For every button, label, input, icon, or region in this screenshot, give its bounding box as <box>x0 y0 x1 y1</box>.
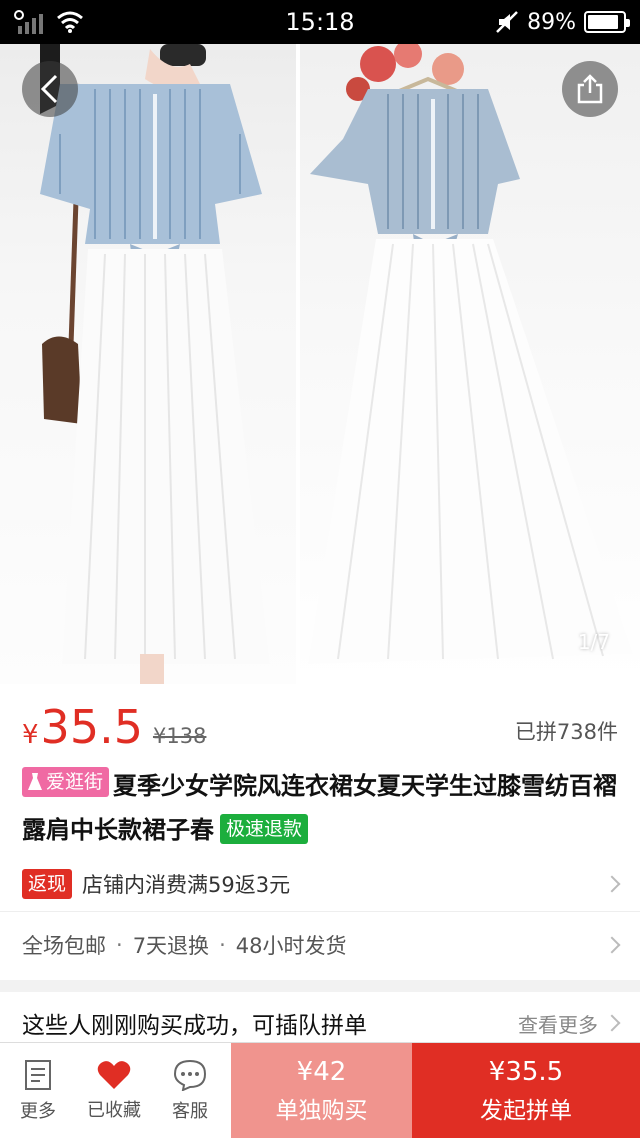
service-separator: · <box>219 933 226 957</box>
original-price: ¥138 <box>152 724 207 748</box>
cashback-content: 返现 店铺内消费满59返3元 <box>22 868 291 899</box>
battery-percent: 89% <box>527 9 576 35</box>
service-free-shipping: 全场包邮 <box>22 934 106 958</box>
product-photo-hanger <box>298 44 640 684</box>
battery-fill <box>588 15 619 29</box>
service-separator: · <box>116 933 123 957</box>
view-more-label: 查看更多 <box>518 1012 598 1037</box>
wifi-icon <box>57 11 83 33</box>
promo-tag-label: 爱逛街 <box>46 771 104 793</box>
cashback-badge: 返现 <box>22 868 73 899</box>
group-buy-price: ¥35.5 <box>488 1057 564 1087</box>
chevron-right-icon <box>603 1014 621 1032</box>
favorite-label: 已收藏 <box>87 1100 141 1121</box>
status-left <box>14 10 84 34</box>
favorite-button[interactable]: 已收藏 <box>76 1043 152 1138</box>
service-48h-shipping: 48小时发货 <box>235 934 347 958</box>
product-title-text: 夏季少女学院风连衣裙女夏天学生过膝雪纺百褶露肩中长款裙子春 <box>22 772 618 844</box>
cashback-text: 店铺内消费满59返3元 <box>82 872 291 897</box>
promo-tag[interactable]: 爱逛街 <box>22 767 110 797</box>
price-row: ¥ 35.5 ¥138 已拼738件 <box>0 684 640 750</box>
buy-alone-price: ¥42 <box>296 1057 347 1087</box>
price: ¥ 35.5 ¥138 <box>22 704 206 750</box>
back-button[interactable] <box>22 61 78 117</box>
chat-bubble-icon <box>173 1059 207 1091</box>
service-items: 全场包邮 · 7天退换 · 48小时发货 <box>22 930 346 960</box>
service-row[interactable]: 全场包邮 · 7天退换 · 48小时发货 <box>0 912 640 978</box>
back-arrow-icon <box>40 74 58 104</box>
customer-service-label: 客服 <box>172 1101 208 1122</box>
battery-icon <box>584 11 630 33</box>
more-label: 更多 <box>20 1101 56 1122</box>
signal-icon <box>14 10 43 34</box>
dress-icon <box>28 773 42 790</box>
document-icon <box>25 1060 51 1090</box>
customer-service-button[interactable]: 客服 <box>152 1043 228 1138</box>
price-currency: ¥ <box>22 720 39 750</box>
group-buy-section: 这些人刚刚购买成功，可插队拼单 查看更多 <box>0 992 640 1042</box>
view-more-link[interactable]: 查看更多 <box>518 1009 621 1038</box>
product-image-gallery[interactable]: 1/7 <box>0 44 640 684</box>
start-group-buy-button[interactable]: ¥35.5 发起拼单 <box>412 1043 640 1138</box>
product-photo-model <box>0 44 298 684</box>
product-info: ¥ 35.5 ¥138 已拼738件 爱逛街 夏季少女学院风连衣裙女夏天学生过膝… <box>0 684 640 980</box>
status-time: 15:18 <box>285 8 355 36</box>
product-title: 爱逛街 夏季少女学院风连衣裙女夏天学生过膝雪纺百褶露肩中长款裙子春 极速退款 <box>0 750 640 856</box>
more-button[interactable]: 更多 <box>0 1043 76 1138</box>
buy-alone-label: 单独购买 <box>275 1098 368 1124</box>
fast-refund-tag: 极速退款 <box>220 814 309 844</box>
photo-divider <box>296 44 300 684</box>
bottom-bar: 更多 已收藏 客服 ¥42 单独购买 ¥35.5 发起拼单 <box>0 1042 640 1138</box>
status-right: 89% <box>495 9 630 35</box>
sold-count: 已拼738件 <box>514 720 618 744</box>
share-button[interactable] <box>562 61 618 117</box>
page-indicator: 1/7 <box>577 630 610 654</box>
chevron-right-icon <box>603 936 621 954</box>
buy-alone-button[interactable]: ¥42 单独购买 <box>231 1043 412 1138</box>
service-7day-return: 7天退换 <box>132 934 210 958</box>
share-icon <box>577 74 603 104</box>
section-title: 这些人刚刚购买成功，可插队拼单 <box>22 1013 367 1039</box>
group-buy-label: 发起拼单 <box>480 1098 572 1124</box>
price-value: 35.5 <box>40 700 143 754</box>
heart-icon <box>97 1061 131 1089</box>
mute-icon <box>496 11 518 33</box>
chevron-right-icon <box>603 875 621 892</box>
status-bar: 15:18 89% <box>0 0 640 44</box>
cashback-row[interactable]: 返现 店铺内消费满59返3元 <box>0 856 640 912</box>
